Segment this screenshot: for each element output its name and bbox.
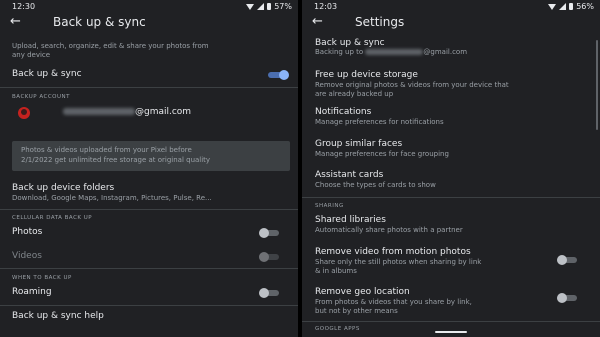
remove-video-sub2: & in albums bbox=[315, 267, 357, 275]
remove-geo-toggle[interactable] bbox=[557, 293, 579, 303]
roaming-toggle[interactable] bbox=[259, 288, 281, 298]
remove-video-sub1: Share only the still photos when sharing… bbox=[315, 258, 482, 266]
account-email-domain: @gmail.com bbox=[135, 107, 192, 117]
remove-video-toggle[interactable] bbox=[557, 255, 579, 265]
wifi-icon bbox=[548, 3, 557, 10]
info-line1: Photos & videos uploaded from your Pixel… bbox=[21, 146, 192, 154]
device-folders-title[interactable]: Back up device folders bbox=[12, 183, 114, 194]
battery-percent: 57% bbox=[274, 2, 292, 11]
divider bbox=[302, 321, 600, 322]
settings-item-notifications-title[interactable]: Notifications bbox=[315, 107, 371, 118]
wifi-icon bbox=[246, 3, 255, 10]
photos-toggle[interactable] bbox=[259, 228, 281, 238]
settings-item-faces-title[interactable]: Group similar faces bbox=[315, 139, 402, 150]
backup-sub-text: Backing up to bbox=[315, 48, 364, 56]
right-phone-screen: 12:03 56% ← Settings Back up & sync Back… bbox=[302, 0, 600, 337]
signal-icon bbox=[559, 3, 567, 10]
settings-item-free-up-sub: Remove original photos & videos from you… bbox=[315, 81, 509, 89]
shared-libraries-sub: Automatically share photos with a partne… bbox=[315, 226, 463, 234]
page-title: Settings bbox=[355, 15, 405, 29]
status-time: 12:30 bbox=[12, 2, 36, 11]
divider bbox=[302, 197, 600, 198]
battery-percent: 56% bbox=[576, 2, 594, 11]
help-link[interactable]: Back up & sync help bbox=[12, 311, 104, 322]
settings-item-notifications-sub: Manage preferences for notifications bbox=[315, 118, 444, 126]
videos-label: Videos bbox=[12, 251, 42, 261]
remove-video-title: Remove video from motion photos bbox=[315, 247, 471, 257]
divider bbox=[0, 268, 298, 269]
videos-toggle[interactable] bbox=[259, 252, 281, 262]
sharing-header: SHARING bbox=[315, 203, 344, 209]
intro-text-line2: any device bbox=[12, 51, 51, 59]
account-avatar bbox=[18, 107, 30, 119]
divider bbox=[0, 87, 298, 88]
google-apps-header: GOOGLE APPS bbox=[315, 326, 360, 332]
status-bar: 12:30 57% bbox=[0, 0, 298, 13]
scrollbar[interactable] bbox=[596, 40, 598, 130]
device-folders-sub: Download, Google Maps, Instagram, Pictur… bbox=[12, 194, 212, 202]
page-title: Back up & sync bbox=[53, 15, 146, 29]
backup-sub-domain: @gmail.com bbox=[423, 48, 468, 56]
divider bbox=[0, 305, 298, 306]
redacted-email bbox=[63, 108, 135, 115]
left-phone-screen: 12:30 57% ← Back up & sync Upload, searc… bbox=[0, 0, 298, 337]
back-arrow-icon[interactable]: ← bbox=[312, 14, 323, 30]
remove-geo-sub1: From photos & videos that you share by l… bbox=[315, 298, 472, 306]
remove-geo-sub2: but not by other means bbox=[315, 307, 398, 315]
settings-item-faces-sub: Manage preferences for face grouping bbox=[315, 150, 449, 158]
roaming-label: Roaming bbox=[12, 287, 52, 297]
storage-info-card: Photos & videos uploaded from your Pixel… bbox=[12, 141, 290, 171]
settings-item-assistant-sub: Choose the types of cards to show bbox=[315, 181, 436, 189]
app-bar: ← Settings bbox=[302, 13, 600, 33]
cellular-header: CELLULAR DATA BACK UP bbox=[12, 215, 93, 221]
remove-geo-title: Remove geo location bbox=[315, 287, 410, 297]
backup-account-header: BACKUP ACCOUNT bbox=[12, 94, 71, 100]
status-bar: 12:03 56% bbox=[302, 0, 600, 13]
settings-item-assistant-title[interactable]: Assistant cards bbox=[315, 170, 383, 181]
divider bbox=[0, 209, 298, 210]
account-email[interactable]: @gmail.com bbox=[63, 107, 191, 118]
info-line2: 2/1/2022 get unlimited free storage at o… bbox=[21, 156, 211, 164]
settings-item-free-up-title[interactable]: Free up device storage bbox=[315, 70, 418, 81]
back-arrow-icon[interactable]: ← bbox=[10, 14, 21, 30]
backup-sync-toggle[interactable] bbox=[268, 70, 290, 80]
photos-label: Photos bbox=[12, 227, 43, 237]
battery-icon bbox=[267, 3, 272, 10]
when-header: WHEN TO BACK UP bbox=[12, 275, 72, 281]
settings-item-backup-sub: Backing up to @gmail.com bbox=[315, 48, 467, 57]
app-bar: ← Back up & sync bbox=[0, 13, 298, 33]
battery-icon bbox=[569, 3, 574, 10]
intro-text-line1: Upload, search, organize, edit & share y… bbox=[12, 42, 209, 50]
shared-libraries-title[interactable]: Shared libraries bbox=[315, 215, 386, 226]
backup-sync-label: Back up & sync bbox=[12, 69, 82, 79]
redacted-email bbox=[365, 49, 424, 55]
settings-item-free-up-sub2: are already backed up bbox=[315, 90, 394, 98]
gesture-nav-bar[interactable] bbox=[435, 331, 467, 333]
status-time: 12:03 bbox=[314, 2, 338, 11]
signal-icon bbox=[257, 3, 265, 10]
